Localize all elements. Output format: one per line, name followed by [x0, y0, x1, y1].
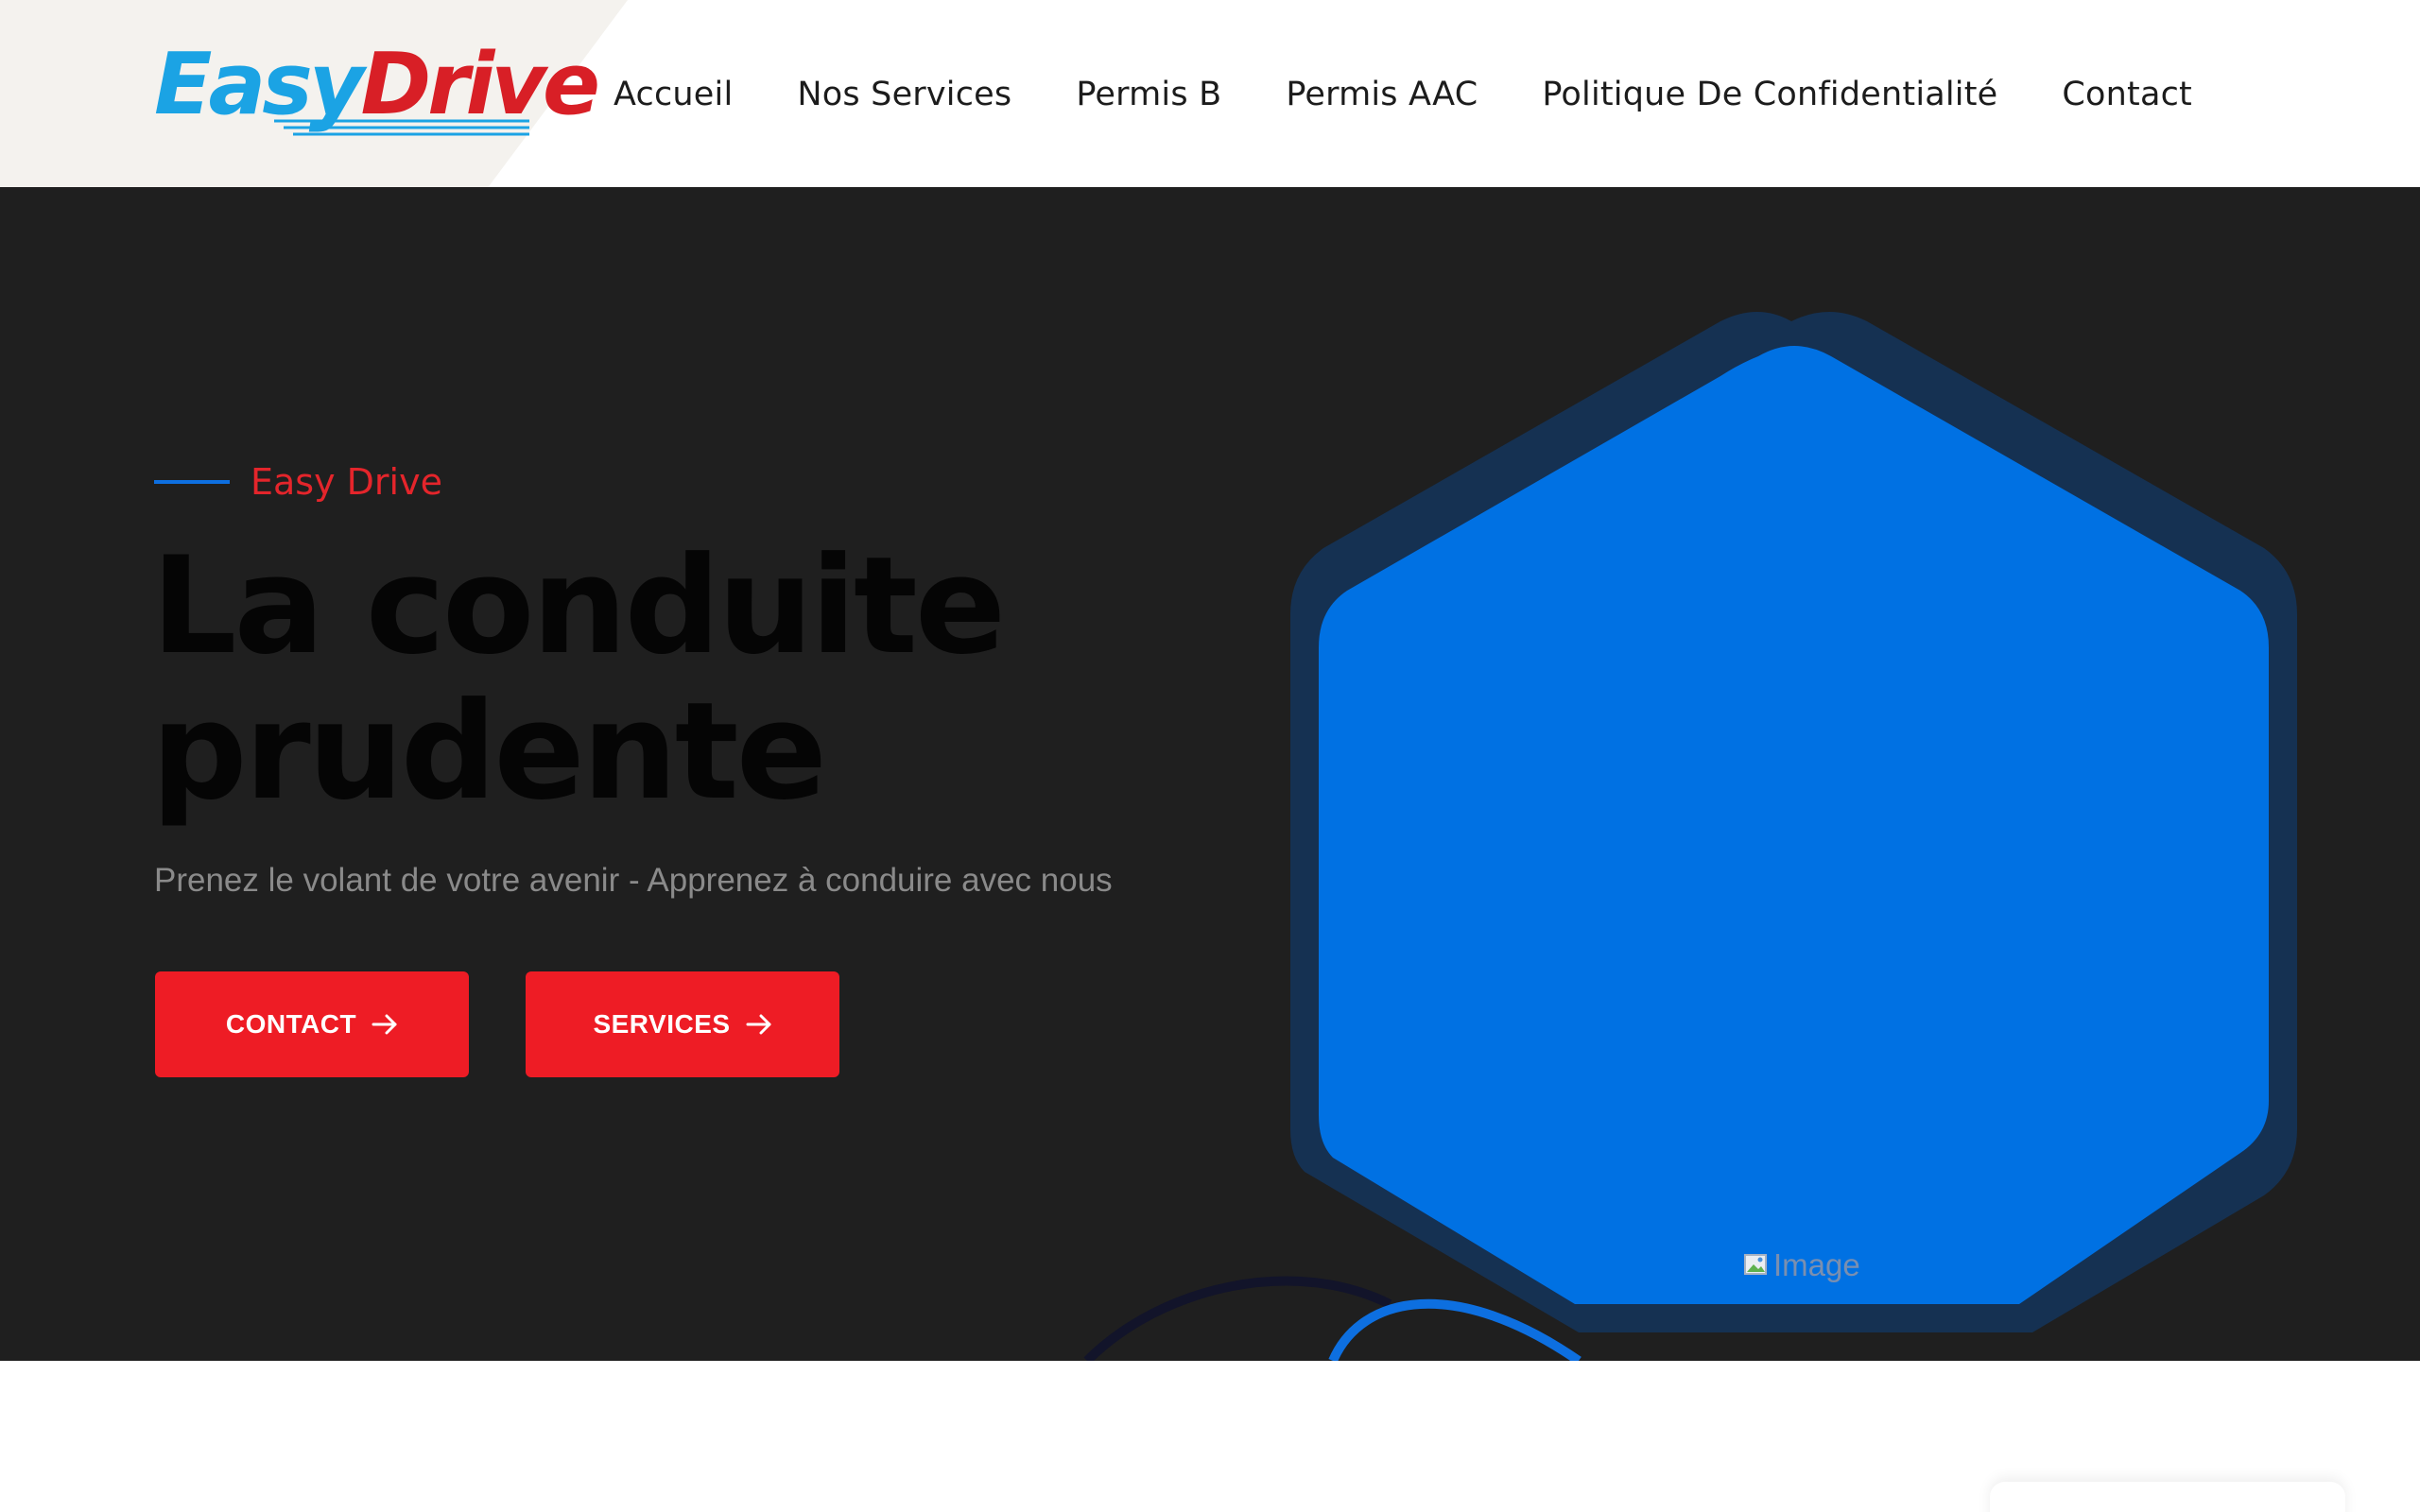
contact-button[interactable]: CONTACT [155, 971, 469, 1077]
hero-image: Image [1743, 1246, 1860, 1285]
main-navigation: Accueil Nos Services Permis B Permis AAC… [614, 66, 2192, 123]
tagline-accent-line [154, 480, 230, 484]
nav-item-nos-services[interactable]: Nos Services [797, 76, 1011, 113]
nav-item-accueil[interactable]: Accueil [614, 76, 733, 113]
broken-image-icon [1744, 1254, 1767, 1275]
hero-subline: Prenez le volant de votre avenir - Appre… [154, 862, 1113, 899]
headline-line-1: La conduite [151, 528, 1006, 684]
nav-item-permis-b[interactable]: Permis B [1076, 76, 1221, 113]
hero-image-alt: Image [1773, 1247, 1860, 1282]
hero-tagline: Easy Drive [154, 454, 442, 510]
site-header: EasyDrive Accueil Nos Services Permis B … [0, 0, 2420, 189]
services-button[interactable]: SERVICES [526, 971, 839, 1077]
tagline-text: Easy Drive [251, 461, 442, 503]
services-button-label: SERVICES [593, 1009, 731, 1039]
nav-item-permis-aac[interactable]: Permis AAC [1286, 76, 1478, 113]
nav-item-politique-confidentialite[interactable]: Politique De Confidentialité [1542, 76, 1997, 113]
headline-line-2: prudente [151, 674, 827, 830]
nav-item-contact[interactable]: Contact [2062, 76, 2192, 113]
contact-button-label: CONTACT [225, 1009, 357, 1039]
floating-card-peek [1990, 1482, 2345, 1512]
arrow-right-icon [372, 1014, 397, 1035]
hero-headline: La conduite prudente [151, 534, 1191, 825]
arrow-right-icon [746, 1014, 771, 1035]
hero-hexagon-image-frame [1290, 312, 2297, 1332]
logo-speed-stripes [274, 119, 529, 136]
